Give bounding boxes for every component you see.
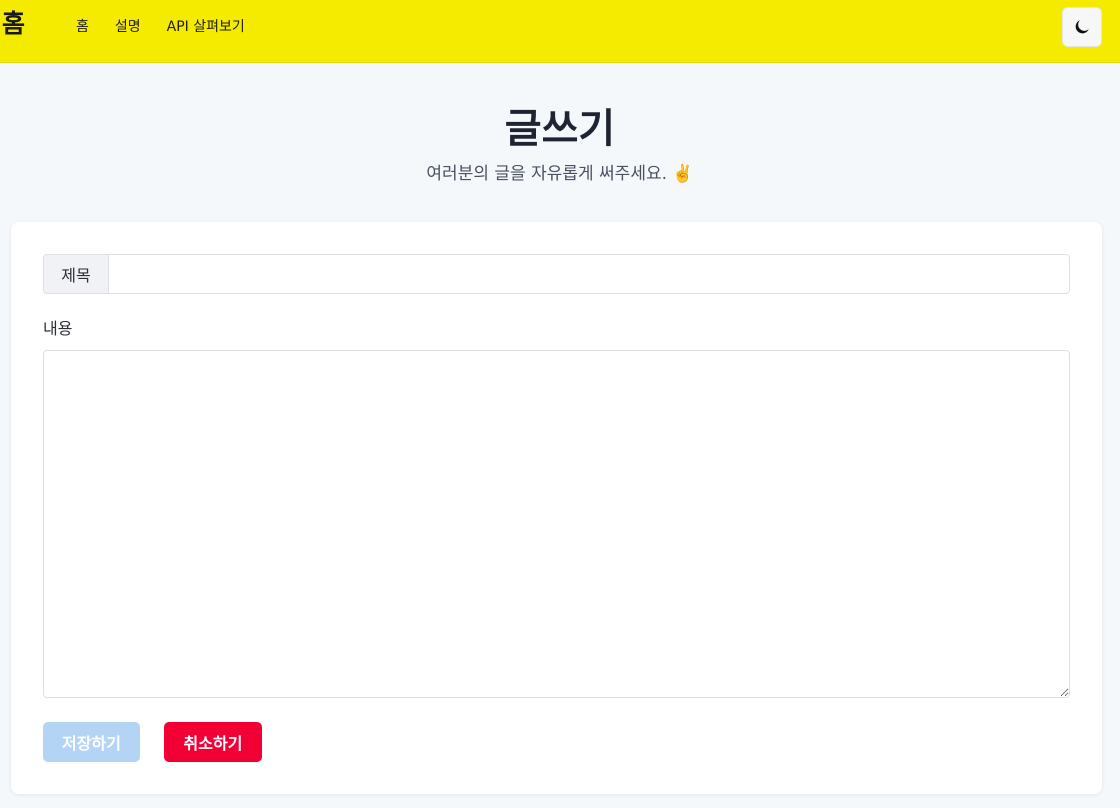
cancel-button[interactable]: 취소하기 xyxy=(164,722,262,762)
page-subtitle: 여러분의 글을 자유롭게 써주세요. ✌️ xyxy=(426,164,694,184)
title-input[interactable] xyxy=(109,255,1069,293)
nav-link-home[interactable]: 홈 xyxy=(76,17,89,37)
theme-toggle-button[interactable] xyxy=(1062,7,1102,47)
content-label: 내용 xyxy=(43,319,73,338)
title-label: 제목 xyxy=(44,255,109,293)
title-input-group: 제목 xyxy=(43,254,1070,294)
top-navbar: 홈 홈 설명 API 살펴보기 xyxy=(0,0,1120,63)
save-button[interactable]: 저장하기 xyxy=(43,722,140,762)
nav-links: 홈 설명 API 살펴보기 xyxy=(76,17,271,37)
brand-logo-link[interactable]: 홈 xyxy=(2,9,25,39)
nav-link-description[interactable]: 설명 xyxy=(115,17,141,37)
write-form-card: 제목 내용 저장하기 취소하기 xyxy=(11,222,1102,794)
page-title: 글쓰기 xyxy=(504,106,616,152)
moon-icon xyxy=(1075,20,1089,34)
nav-link-api[interactable]: API 살펴보기 xyxy=(167,17,245,37)
content-textarea[interactable] xyxy=(43,350,1070,698)
